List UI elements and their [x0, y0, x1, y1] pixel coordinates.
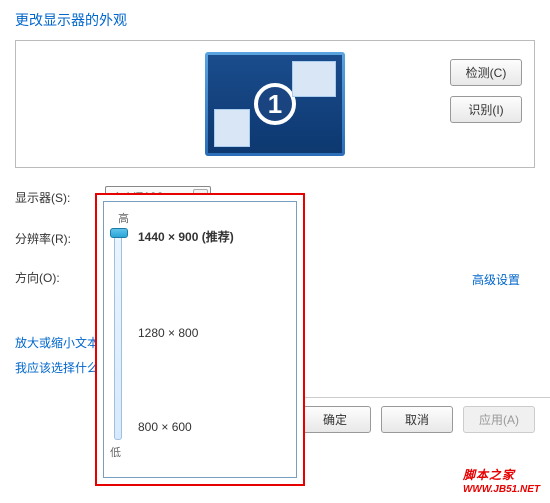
- ok-button[interactable]: 确定: [299, 406, 371, 433]
- resolution-slider-popup: 高 1440 × 900 (推荐) 1280 × 800 800 × 600 低: [95, 193, 305, 486]
- resolution-option-3[interactable]: 800 × 600: [138, 420, 192, 434]
- orientation-label: 方向(O):: [15, 269, 105, 286]
- resolution-slider-thumb[interactable]: [110, 228, 128, 238]
- advanced-settings-link[interactable]: 高级设置: [472, 271, 520, 288]
- display-preview-panel: 1 检测(C) 识别(I): [15, 40, 535, 168]
- separator: [296, 397, 550, 398]
- slider-low-label: 低: [110, 444, 121, 460]
- slider-high-label: 高: [118, 210, 288, 226]
- identify-button[interactable]: 识别(I): [450, 96, 522, 123]
- resolution-option-2[interactable]: 1280 × 800: [138, 326, 198, 340]
- apply-button: 应用(A): [463, 406, 535, 433]
- monitor-number: 1: [268, 89, 282, 120]
- taskbar-icon: [214, 109, 250, 147]
- cancel-button[interactable]: 取消: [381, 406, 453, 433]
- watermark: 脚本之家 WWW.JB51.NET: [463, 466, 540, 495]
- window-icon: [292, 61, 336, 97]
- watermark-text: 脚本之家: [463, 468, 515, 482]
- watermark-url: WWW.JB51.NET: [463, 484, 540, 495]
- detect-button[interactable]: 检测(C): [450, 59, 522, 86]
- display-label: 显示器(S):: [15, 189, 105, 206]
- page-title: 更改显示器的外观: [15, 10, 535, 30]
- resolution-label: 分辨率(R):: [15, 230, 105, 247]
- resolution-option-1[interactable]: 1440 × 900 (推荐): [138, 228, 234, 245]
- resolution-slider-track[interactable]: [114, 230, 122, 440]
- monitor-thumbnail[interactable]: 1: [205, 52, 345, 156]
